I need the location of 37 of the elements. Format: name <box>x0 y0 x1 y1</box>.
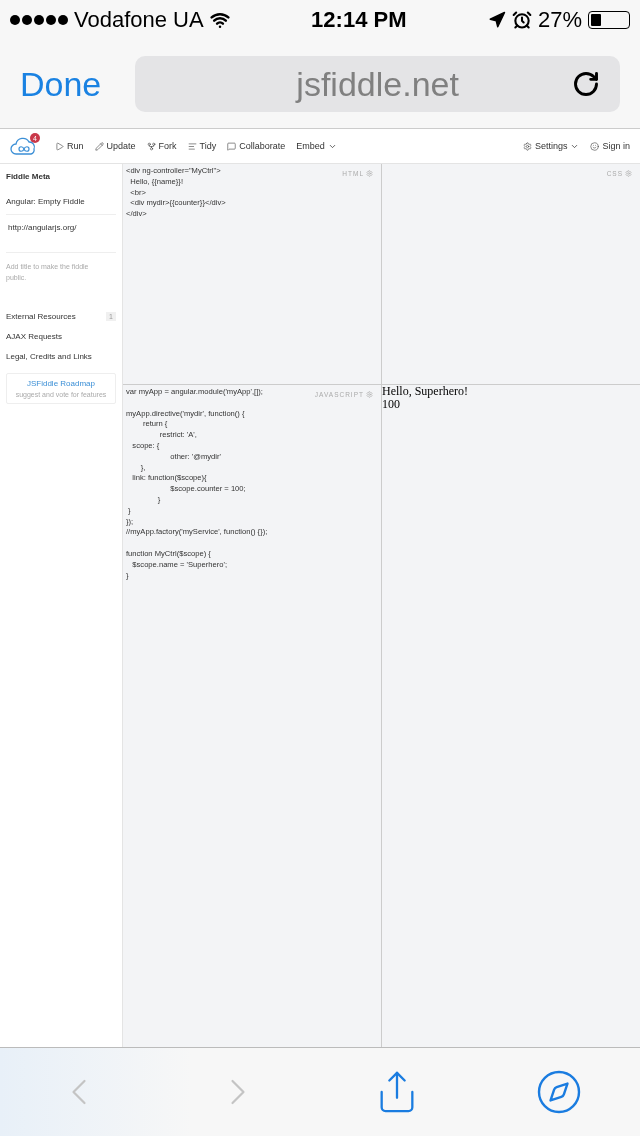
battery-percent: 27% <box>537 7 582 33</box>
tidy-button[interactable]: Tidy <box>187 141 217 151</box>
reload-icon[interactable] <box>572 70 600 98</box>
clock-time: 12:14 PM <box>311 7 407 33</box>
sidebar-heading: Fiddle Meta <box>6 171 51 183</box>
update-button[interactable]: Update <box>94 141 136 151</box>
play-icon <box>55 141 64 151</box>
settings-button[interactable]: Settings <box>522 141 580 151</box>
settings-icon <box>522 141 532 151</box>
done-button[interactable]: Done <box>20 64 102 104</box>
carrier-name: Vodafone UA <box>74 7 204 33</box>
lines-icon <box>187 141 197 151</box>
fiddle-title[interactable]: Angular: Empty Fiddle <box>6 189 116 215</box>
run-button[interactable]: Run <box>55 141 84 151</box>
result-text: Hello, Superhero! <box>382 385 469 398</box>
battery-icon <box>588 11 630 29</box>
settings-icon <box>625 170 632 177</box>
wifi-icon <box>209 10 230 30</box>
result-text: 100 <box>382 398 401 411</box>
signin-button[interactable]: Sign in <box>590 141 630 151</box>
fiddle-url[interactable]: http://angularjs.org/ <box>6 215 116 253</box>
collaborate-button[interactable]: Collaborate <box>227 141 286 151</box>
signal-icon <box>10 15 68 25</box>
fork-button[interactable]: Fork <box>146 141 177 151</box>
sidebar-item[interactable]: AJAX Requests <box>6 332 63 342</box>
sidebar-item[interactable]: Legal, Credits and Links <box>6 352 92 362</box>
chat-icon <box>227 141 237 151</box>
embed-button[interactable]: Embed <box>296 141 337 151</box>
fork-icon <box>146 141 156 151</box>
sidebar-item[interactable]: External Resources <box>6 312 76 322</box>
location-icon <box>487 11 506 29</box>
settings-icon <box>366 391 373 398</box>
pencil-icon <box>94 141 104 151</box>
alarm-icon <box>511 10 532 30</box>
settings-icon <box>366 170 373 177</box>
roadmap-link[interactable]: JSFiddle Roadmap <box>26 379 95 389</box>
smiley-icon <box>590 141 600 151</box>
